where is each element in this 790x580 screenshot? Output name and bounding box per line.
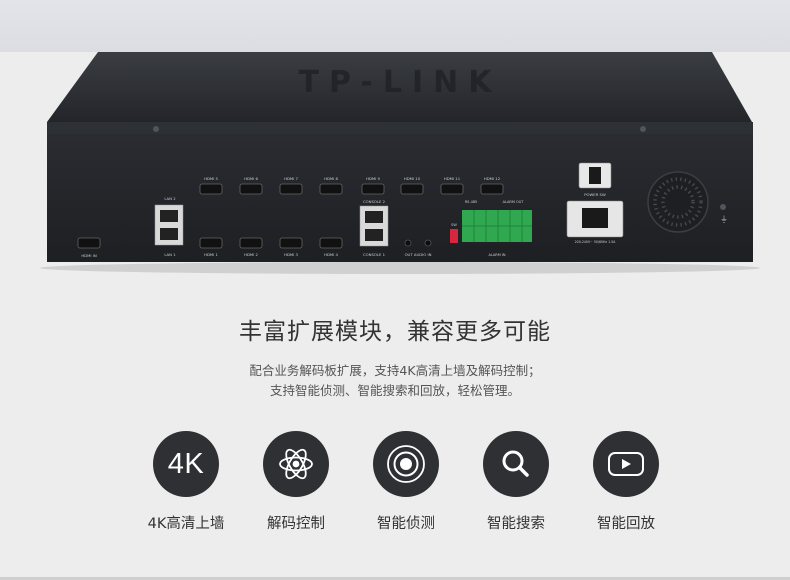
feature-4k: 4K 4K高清上墙 xyxy=(131,431,241,532)
feature-playback-label: 智能回放 xyxy=(597,516,655,532)
fan-grill xyxy=(647,171,709,233)
rs485-label: RS-485 xyxy=(465,200,478,204)
hdmi-3-port xyxy=(279,237,303,249)
console1-port xyxy=(365,229,383,241)
hdmi-5-port xyxy=(199,183,223,195)
hdmi-11-port xyxy=(440,183,464,195)
hdmi-10-port xyxy=(400,183,424,195)
ground-screw-icon xyxy=(720,204,726,210)
power-inlet-socket xyxy=(582,208,608,228)
brand-logo: TP-LINK xyxy=(298,65,501,100)
hdmi-4-port xyxy=(319,237,343,249)
device-rear-face xyxy=(47,134,753,262)
section-heading: 丰富扩展模块，兼容更多可能 xyxy=(239,319,551,345)
hdmi-2-port xyxy=(239,237,263,249)
hdmi-5-label: HDMI 5 xyxy=(204,176,218,181)
audio-in-jack xyxy=(424,239,432,247)
feature-detection-label: 智能侦测 xyxy=(377,516,435,532)
sw-label: SW xyxy=(451,223,457,227)
device-rim xyxy=(47,122,753,134)
hdmi-8-port xyxy=(319,183,343,195)
description-line-1: 配合业务解码板扩展，支持4K高清上墙及解码控制； xyxy=(249,363,541,378)
4k-badge-text: 4K xyxy=(167,447,205,480)
description-line-2: 支持智能侦测、智能搜索和回放，轻松管理。 xyxy=(269,383,520,398)
hdmi-1-port xyxy=(199,237,223,249)
feature-search-label: 智能搜索 xyxy=(487,516,545,532)
lan1-port xyxy=(160,228,178,240)
screw-icon xyxy=(153,126,159,132)
feature-smart-search: 智能搜索 xyxy=(461,431,571,532)
console2-label: CONSOLE 2 xyxy=(363,199,386,204)
hdmi-6-port xyxy=(239,183,263,195)
lan1-label: LAN 1 xyxy=(164,252,176,257)
audio-out-jack xyxy=(404,239,412,247)
feature-decode-label: 解码控制 xyxy=(267,516,325,532)
hdmi-12-port xyxy=(480,183,504,195)
play-icon xyxy=(593,431,659,497)
feature-4k-label: 4K高清上墙 xyxy=(147,516,225,532)
hdmi-9-port xyxy=(361,183,385,195)
dip-switch xyxy=(450,229,458,243)
lan2-port xyxy=(160,210,178,222)
lan2-label: LAN 2 xyxy=(164,196,176,201)
console2-port xyxy=(365,211,383,223)
hdmi-12-label: HDMI 12 xyxy=(484,176,501,181)
hdmi-9-label: HDMI 9 xyxy=(366,176,380,181)
hdmi-in-label: HDMI IN xyxy=(81,253,97,258)
console1-label: CONSOLE 1 xyxy=(363,252,386,257)
hdmi-8-label: HDMI 8 xyxy=(324,176,338,181)
target-icon xyxy=(373,431,439,497)
feature-smart-playback: 智能回放 xyxy=(571,431,681,532)
hdmi-2-label: HDMI 2 xyxy=(244,252,258,257)
audio-label: OUT AUDIO IN xyxy=(405,252,432,257)
alarm-in-label: ALARM IN xyxy=(488,253,505,257)
alarm-out-label: ALARM OUT xyxy=(503,200,525,204)
power-spec-label: 200-240V~ 50/60Hz 1.5A xyxy=(575,240,617,244)
nvr-rear-panel-image: TP-LINK HDMI IN LAN 2 LAN 1 HDMI 5 HDMI … xyxy=(40,52,760,274)
atom-icon xyxy=(263,431,329,497)
hdmi-6-label: HDMI 6 xyxy=(244,176,258,181)
hdmi-11-label: HDMI 11 xyxy=(444,176,461,181)
hdmi-3-label: HDMI 3 xyxy=(284,252,298,257)
feature-smart-detection: 智能侦测 xyxy=(351,431,461,532)
power-sw-label: POWER SW xyxy=(584,192,606,197)
hdmi-1-label: HDMI 1 xyxy=(204,252,218,257)
hdmi-4-label: HDMI 4 xyxy=(324,252,338,257)
hdmi-in-port xyxy=(77,237,101,249)
ground-symbol-icon: ⏚ xyxy=(720,215,728,224)
search-icon xyxy=(483,431,549,497)
power-switch-rocker xyxy=(589,167,601,184)
device-shadow xyxy=(40,262,760,274)
hdmi-7-label: HDMI 7 xyxy=(284,176,298,181)
hdmi-10-label: HDMI 10 xyxy=(404,176,421,181)
screw-icon xyxy=(640,126,646,132)
4k-icon: 4K xyxy=(153,431,219,497)
feature-decode-control: 解码控制 xyxy=(241,431,351,532)
hdmi-7-port xyxy=(279,183,303,195)
